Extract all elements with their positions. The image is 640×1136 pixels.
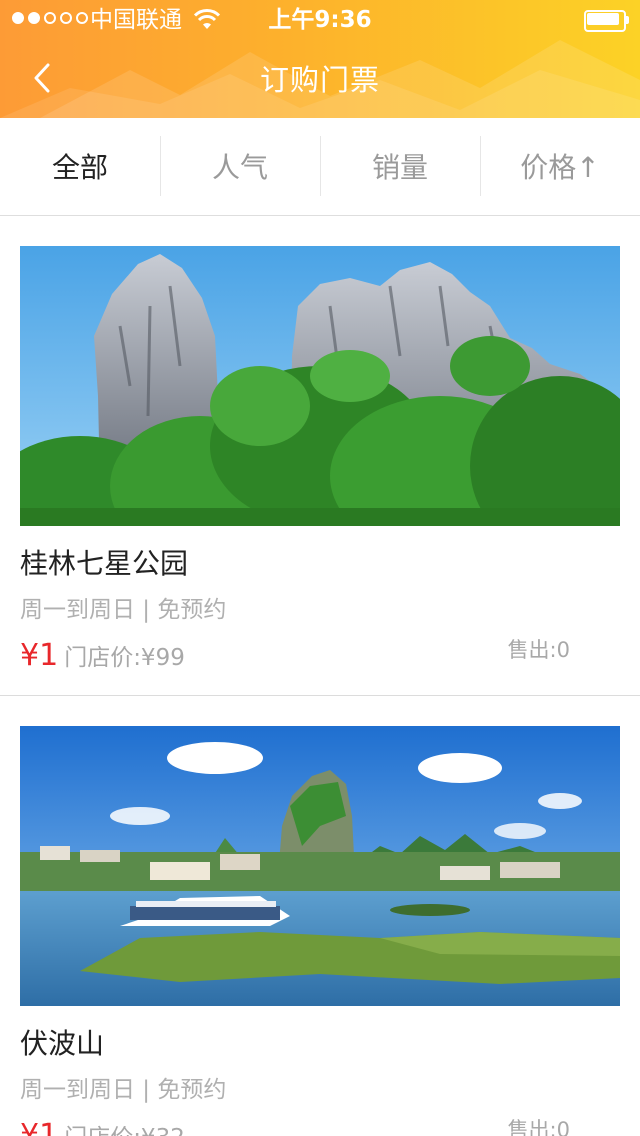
tab-sales[interactable]: 销量 <box>320 118 480 214</box>
status-bar: 中国联通 上午9:36 <box>0 0 640 40</box>
scenic-photo-seven-star-park[interactable] <box>20 246 620 526</box>
ticket-availability: 周一到周日 | 免预约 <box>20 1077 227 1103</box>
ticket-name: 伏波山 <box>20 1027 105 1060</box>
battery-icon <box>584 10 629 32</box>
sold-count: 售出:0 <box>507 638 570 662</box>
page-title: 订购门票 <box>259 63 380 97</box>
sold-count: 售出:0 <box>507 1118 570 1136</box>
store-price: 门店价:¥99 <box>64 645 185 671</box>
ticket-price: ¥1 <box>20 1118 59 1136</box>
ticket-list: 桂林七星公园 周一到周日 | 免预约 ¥1 门店价:¥99 售出:0 伏波山 周… <box>0 216 640 1136</box>
ticket-card[interactable]: 桂林七星公园 周一到周日 | 免预约 ¥1 门店价:¥99 售出:0 <box>0 216 640 696</box>
tab-price[interactable]: 价格↑ <box>480 118 640 214</box>
ticket-price: ¥1 <box>20 638 59 673</box>
ticket-price-row: ¥1 门店价:¥32 <box>20 1116 185 1136</box>
app-header: 中国联通 上午9:36 订购门票 <box>0 0 640 118</box>
nav-bar: 订购门票 <box>0 40 640 118</box>
ticket-availability: 周一到周日 | 免预约 <box>20 597 227 623</box>
tab-all[interactable]: 全部 <box>0 118 160 214</box>
ticket-name: 桂林七星公园 <box>20 547 189 580</box>
store-price: 门店价:¥32 <box>64 1125 185 1136</box>
scenic-photo-fubo-hill[interactable] <box>20 726 620 1006</box>
ticket-list-screen: 中国联通 上午9:36 订购门票 全部 人气 销量 价格↑ 桂林七星公园 周一到… <box>0 0 640 1136</box>
tab-popularity[interactable]: 人气 <box>160 118 320 214</box>
ticket-card[interactable]: 伏波山 周一到周日 | 免预约 ¥1 门店价:¥32 售出:0 <box>0 696 640 1136</box>
ticket-price-row: ¥1 门店价:¥99 <box>20 636 185 680</box>
status-time: 上午9:36 <box>268 7 372 33</box>
sort-tabs: 全部 人气 销量 价格↑ <box>0 118 640 216</box>
